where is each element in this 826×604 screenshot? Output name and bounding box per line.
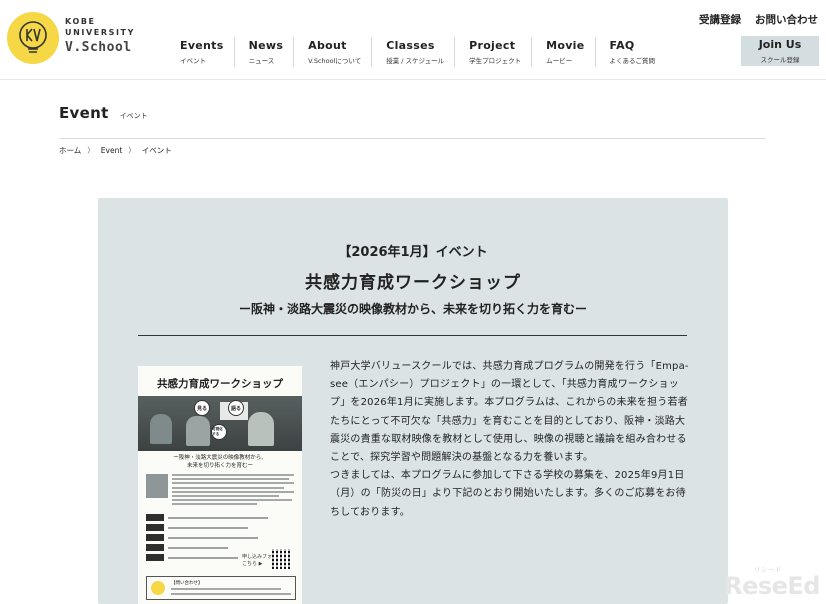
nav-item-about[interactable]: About V.Schoolについて xyxy=(293,37,371,67)
nav-label: About xyxy=(308,39,347,52)
join-label: Join Us xyxy=(758,38,802,51)
event-description: 神戸大学バリュースクールでは、共感力育成プログラムの開発を行う「Empa-see… xyxy=(330,358,692,522)
title-divider xyxy=(138,335,687,336)
flyer-circle-talk: 語る xyxy=(228,400,244,416)
mini-logo-icon xyxy=(151,581,165,595)
page-subtitle: イベント xyxy=(119,112,148,120)
flyer-caption-line-2: 未来を切り拓く力を育むー xyxy=(186,463,253,469)
event-date-tag: 【2026年1月】イベント xyxy=(338,245,488,260)
contact-link[interactable]: お問い合わせ xyxy=(755,12,818,27)
brand-line-2: UNIVERSITY xyxy=(65,28,135,37)
flyer-circle-see: 見る xyxy=(194,400,210,416)
lightbulb-logo-icon xyxy=(19,21,47,53)
event-subtitle: ー阪神・淡路大震災の映像教材から、未来を切り拓く力を育むー xyxy=(238,302,587,316)
brand-line-3: V.School xyxy=(65,40,132,55)
nav-sublabel: V.Schoolについて xyxy=(308,57,362,65)
breadcrumb-event[interactable]: Event xyxy=(101,146,123,155)
utility-links: 受講登録 お問い合わせ xyxy=(699,12,818,27)
flyer-body-text xyxy=(172,474,294,508)
event-title: 共感力育成ワークショップ xyxy=(305,273,521,293)
join-us-button[interactable]: Join Us スクール登録 xyxy=(741,36,819,66)
watermark-text: ReseEd xyxy=(724,572,820,600)
breadcrumb-separator: 〉 xyxy=(87,146,95,155)
flyer-building-photo xyxy=(146,474,168,498)
flyer-contact-label: 【問い合わせ】 xyxy=(171,581,203,586)
nav-label: Project xyxy=(469,39,516,52)
site-logo[interactable] xyxy=(7,12,59,64)
nav-label: FAQ xyxy=(609,39,635,52)
nav-item-movie[interactable]: Movie ムービー xyxy=(531,37,594,67)
flyer-caption-line-1: ー阪神・淡路大震災の映像教材から、 xyxy=(173,455,267,461)
flyer-contact-box: 【問い合わせ】 xyxy=(146,576,296,600)
event-flyer-image[interactable]: 共感力育成ワークショップ 見る 語る 可視化する ー阪神・淡路大震災の映像教材か… xyxy=(138,366,302,604)
page-heading: Event イベント xyxy=(59,103,766,139)
nav-label: Classes xyxy=(386,39,435,52)
nav-label: News xyxy=(248,39,284,52)
breadcrumb-separator: 〉 xyxy=(128,146,136,155)
brand-line-1: KOBE xyxy=(65,17,96,26)
qr-code-icon xyxy=(272,549,292,569)
nav-sublabel: 学生プロジェクト xyxy=(469,57,522,65)
main-nav: Events イベント News ニュース About V.Schoolについて… xyxy=(166,37,665,67)
breadcrumb-home[interactable]: ホーム xyxy=(59,145,81,156)
brand-wordmark[interactable]: KOBE UNIVERSITY V.School xyxy=(65,17,135,55)
nav-item-faq[interactable]: FAQ よくあるご質問 xyxy=(594,37,666,67)
flyer-photo: 見る 語る 可視化する xyxy=(138,396,302,451)
breadcrumb: ホーム 〉 Event 〉 イベント xyxy=(59,145,172,156)
nav-sublabel: よくあるご質問 xyxy=(609,57,656,65)
flyer-caption: ー阪神・淡路大震災の映像教材から、 未来を切り拓く力を育むー xyxy=(138,454,302,470)
description-paragraph-1: 神戸大学バリュースクールでは、共感力育成プログラムの開発を行う「Empa-see… xyxy=(330,361,689,464)
join-sublabel: スクール登録 xyxy=(760,56,800,64)
nav-label: Events xyxy=(180,39,224,52)
nav-item-classes[interactable]: Classes 授業 / スケジュール xyxy=(371,37,454,67)
flyer-circle-visualize: 可視化する xyxy=(211,424,227,440)
event-article-panel: 【2026年1月】イベント 共感力育成ワークショップ ー阪神・淡路大震災の映像教… xyxy=(98,198,728,604)
site-header: KOBE UNIVERSITY V.School 受講登録 お問い合わせ Eve… xyxy=(0,0,826,80)
nav-item-events[interactable]: Events イベント xyxy=(166,37,234,67)
watermark-logo: リシード ReseEd xyxy=(724,567,820,600)
description-paragraph-2: つきましては、本プログラムに参加して下さる学校の募集を、2025年9月1日（月）… xyxy=(330,470,686,518)
nav-label: Movie xyxy=(546,39,585,52)
nav-item-news[interactable]: News ニュース xyxy=(233,37,294,67)
breadcrumb-current: イベント xyxy=(141,146,172,155)
nav-sublabel: 授業 / スケジュール xyxy=(386,57,445,65)
nav-sublabel: ニュース xyxy=(248,57,275,65)
watermark-ruby: リシード xyxy=(754,567,783,574)
nav-sublabel: イベント xyxy=(180,57,206,65)
nav-sublabel: ムービー xyxy=(546,57,573,65)
nav-item-project[interactable]: Project 学生プロジェクト xyxy=(454,37,531,67)
register-link[interactable]: 受講登録 xyxy=(699,12,741,27)
page-title: Event xyxy=(59,104,109,122)
flyer-title: 共感力育成ワークショップ xyxy=(157,378,283,390)
